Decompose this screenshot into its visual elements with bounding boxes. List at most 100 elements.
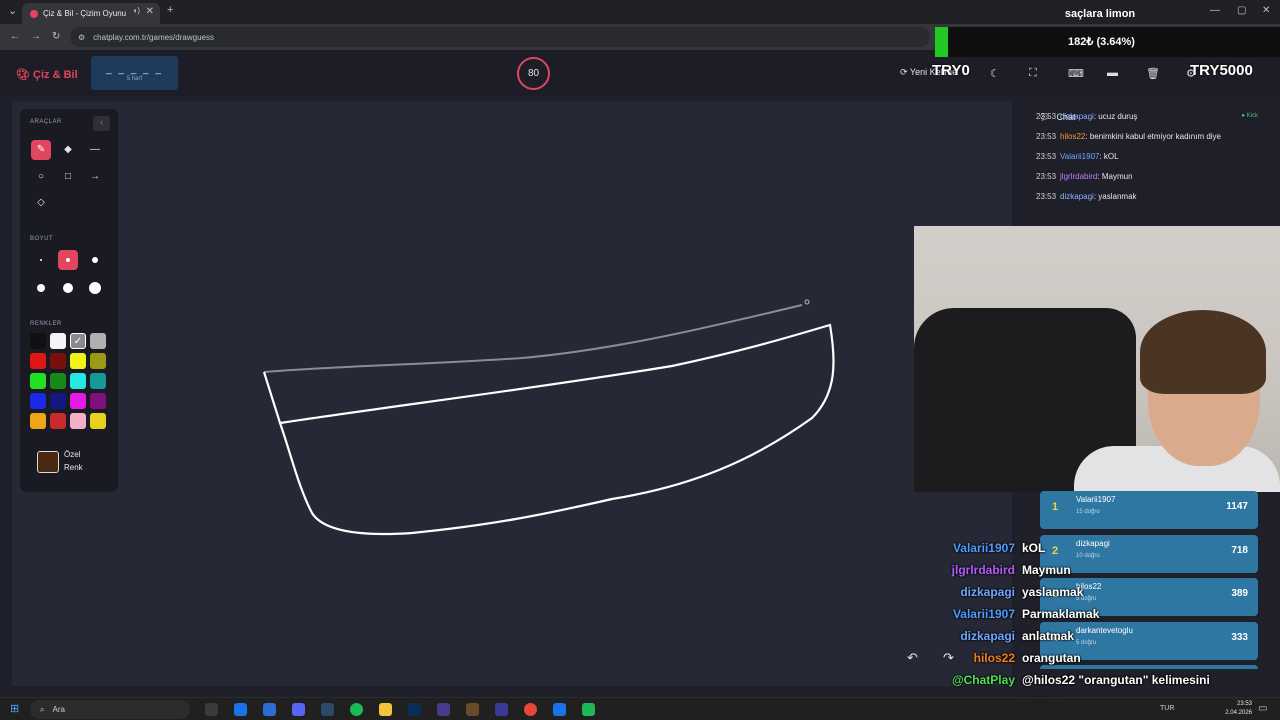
color-swatch[interactable] (90, 413, 106, 429)
undo-icon[interactable]: ↶ (907, 650, 918, 666)
discord-icon[interactable] (292, 703, 305, 716)
circle-tool-icon[interactable]: ○ (31, 167, 51, 187)
windows-start-icon[interactable]: ⊞ (10, 702, 19, 715)
rectangle-tool-icon[interactable]: □ (58, 167, 78, 187)
app-icon-4[interactable] (437, 703, 450, 716)
donation-progress-bar: 182₺ (3.64%) (935, 27, 1280, 57)
color-swatch[interactable] (30, 353, 46, 369)
url-text: chatplay.com.tr/games/drawguess (93, 32, 214, 42)
app-icon-6[interactable] (553, 703, 566, 716)
overlay-chat-user: dizkapagi (960, 585, 1015, 599)
chat-time: 23:53 (1036, 192, 1057, 201)
chat-user[interactable]: Valarii1907 (1060, 152, 1099, 161)
color-swatch[interactable] (90, 393, 106, 409)
color-swatch[interactable] (30, 413, 46, 429)
color-swatch[interactable] (90, 333, 106, 349)
leaderboard-row: 5theckan (1040, 665, 1258, 669)
color-swatch[interactable] (30, 393, 46, 409)
chat-user[interactable]: dizkapagi (1060, 192, 1094, 201)
donation-title: saçlara limon (1064, 8, 1136, 20)
chrome-icon[interactable] (524, 703, 537, 716)
redo-icon[interactable]: ↷ (943, 650, 954, 666)
audio-icon[interactable]: ◖) (133, 6, 141, 15)
app-icon-2[interactable] (263, 703, 276, 716)
kick-label: Kick (1246, 113, 1258, 119)
window-close-icon[interactable]: ✕ (1262, 5, 1270, 16)
color-swatch[interactable] (70, 413, 86, 429)
chat-user[interactable]: hilos22 (1060, 132, 1085, 141)
collapse-panel-button[interactable]: ‹ (93, 116, 110, 131)
browser-tab[interactable]: Çiz & Bil - Çizim Oyunu ◖) ✕ (22, 3, 160, 24)
pencil-tool-icon[interactable]: ✎ (31, 140, 51, 160)
overlay-chat-user: Valarii1907 (952, 607, 1015, 621)
back-icon[interactable]: ← (10, 31, 20, 42)
app-logo-text: Çiz & Bil (33, 69, 78, 81)
taskbar-search[interactable]: ⌕ Ara (30, 700, 190, 719)
spotify-icon[interactable] (350, 703, 363, 716)
site-info-icon[interactable]: ⚙ (78, 33, 85, 42)
fill-bucket-icon[interactable]: ◇ (31, 193, 51, 213)
color-swatch[interactable] (50, 393, 66, 409)
app-icon-3[interactable] (321, 703, 334, 716)
forward-icon[interactable]: → (31, 31, 41, 42)
size-l-button[interactable] (31, 278, 51, 298)
app-icon-7[interactable] (582, 703, 595, 716)
size-xxl-button[interactable] (85, 278, 105, 298)
color-swatch[interactable] (50, 333, 66, 349)
language-indicator[interactable]: TUR (1160, 705, 1174, 712)
color-swatch[interactable]: ✓ (70, 333, 86, 349)
leaderboard-score: 718 (1231, 544, 1248, 556)
photoshop-icon[interactable] (408, 703, 421, 716)
keyboard-icon[interactable]: ⌨ (1068, 67, 1084, 80)
search-icon: ⌕ (40, 704, 45, 714)
reload-icon[interactable]: ↻ (52, 31, 60, 42)
color-swatch[interactable] (50, 413, 66, 429)
color-swatch[interactable] (90, 373, 106, 389)
leaderboard-name: darkantevetoglu (1076, 625, 1133, 635)
chat-user[interactable]: dizkapagi (1060, 112, 1094, 121)
notification-icon[interactable]: ▭ (1258, 703, 1267, 714)
fullscreen-icon[interactable]: ⛶ (1029, 67, 1037, 80)
eraser-tool-icon[interactable]: ◆ (58, 140, 78, 160)
theme-toggle-icon[interactable]: ☾ (990, 67, 1000, 80)
leaderboard-correct: 5 doğru (1076, 639, 1097, 646)
color-swatch[interactable] (50, 353, 66, 369)
new-tab-button[interactable]: + (167, 4, 173, 16)
app-logo[interactable]: 🎨︎ Çiz & Bil (16, 68, 78, 81)
arrow-tool-icon[interactable]: → (85, 167, 105, 187)
tab-title: Çiz & Bil - Çizim Oyunu (43, 9, 127, 18)
tab-list-icon[interactable]: ⌄ (8, 4, 17, 17)
word-mask: _ _ _ _ _ (106, 64, 163, 75)
task-view-icon[interactable] (205, 703, 218, 716)
chat-panel: 💬︎ Chat ● Kick 23:53 dizkapagi: ucuz duru… (1029, 105, 1264, 227)
color-swatch[interactable] (50, 373, 66, 389)
color-swatch[interactable] (70, 393, 86, 409)
color-swatch[interactable] (30, 333, 46, 349)
size-xl-button[interactable] (58, 278, 78, 298)
maximize-icon[interactable]: ▢ (1237, 5, 1246, 16)
leaderboard-row: 1 Valarii1907 15 doğru 1147 (1040, 491, 1258, 529)
size-xs-button[interactable] (31, 250, 51, 270)
color-swatch[interactable] (90, 353, 106, 369)
leaderboard-name: Valarii1907 (1076, 495, 1116, 504)
size-s-button[interactable] (58, 250, 78, 270)
chat-user[interactable]: jlgrlrdabird (1060, 172, 1097, 181)
overlay-chat-text: @hilos22 "orangutan" kelimesini (1022, 673, 1210, 687)
clear-icon[interactable]: ▬ (1107, 67, 1118, 79)
folder-icon[interactable] (379, 703, 392, 716)
size-m-button[interactable] (85, 250, 105, 270)
minecraft-icon[interactable] (466, 703, 479, 716)
minimize-icon[interactable]: — (1210, 5, 1220, 16)
color-swatch[interactable] (30, 373, 46, 389)
line-tool-icon[interactable]: — (85, 140, 105, 160)
trash-icon[interactable]: 🗑︎ (1146, 67, 1160, 80)
color-swatch[interactable] (70, 373, 86, 389)
app-icon-5[interactable] (495, 703, 508, 716)
drawing-canvas[interactable] (12, 101, 1012, 686)
app-icon-1[interactable] (234, 703, 247, 716)
taskbar-clock[interactable]: 23:53 2.04.2026 (1225, 700, 1252, 718)
url-input[interactable]: ⚙ chatplay.com.tr/games/drawguess (70, 27, 930, 47)
custom-color-button[interactable] (37, 451, 59, 473)
tab-close-icon[interactable]: ✕ (146, 6, 154, 17)
color-swatch[interactable] (70, 353, 86, 369)
